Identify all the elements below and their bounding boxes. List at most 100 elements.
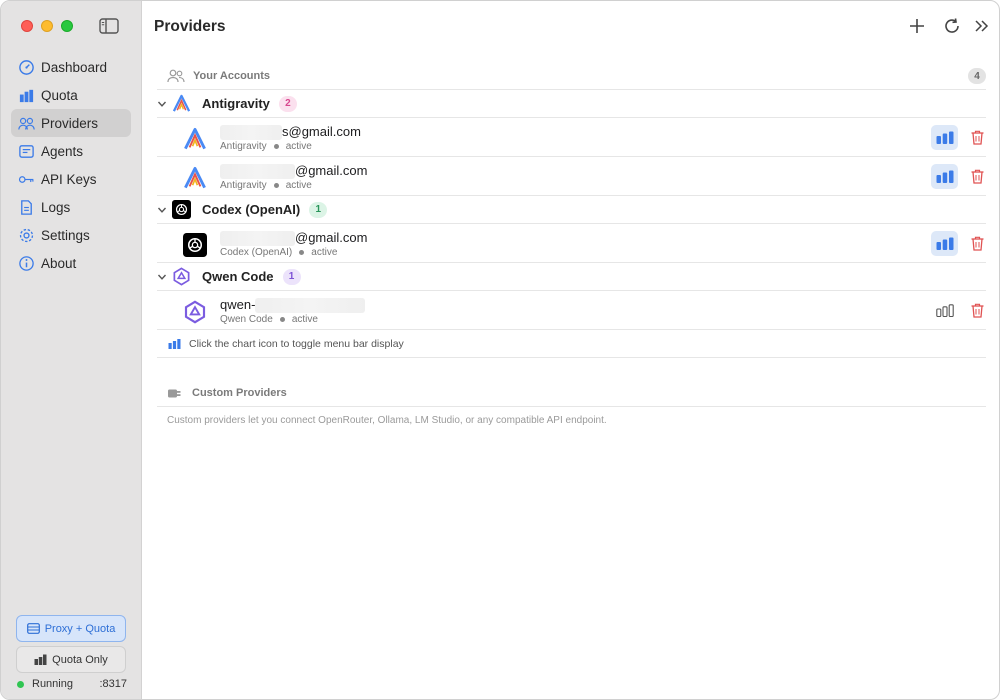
hint-text: Click the chart icon to toggle menu bar … (189, 337, 404, 350)
separator-dot (279, 317, 285, 322)
account-row: @gmail.com Antigravity active (157, 157, 986, 196)
account-meta: Codex (OpenAI) active (220, 247, 337, 258)
accounts-icon (167, 69, 185, 83)
dashboard-icon (19, 59, 34, 75)
sidebar-item-dashboard[interactable]: Dashboard (11, 53, 131, 81)
your-accounts-header: Your Accounts 4 (157, 63, 986, 90)
separator-dot (273, 183, 279, 188)
logs-icon (21, 199, 32, 215)
qwen-logo-icon (173, 267, 190, 286)
trash-icon[interactable] (971, 303, 984, 318)
page-title: Providers (154, 18, 226, 35)
proxy-quota-mode-button[interactable]: Proxy + Quota (16, 615, 126, 642)
account-email: @gmail.com (220, 163, 367, 180)
info-icon (19, 255, 34, 271)
quota-chart-icon (19, 89, 34, 102)
chevron-down-icon[interactable] (157, 99, 167, 109)
key-icon (18, 175, 34, 183)
account-provider: Qwen Code (220, 314, 273, 325)
accounts-count-badge: 4 (968, 68, 986, 84)
app-window: Dashboard Quota Providers Agents API Key… (0, 0, 1000, 700)
bar-chart-outline-icon (935, 304, 954, 317)
custom-providers-header: Custom Providers (157, 380, 986, 407)
window-controls (21, 20, 73, 32)
antigravity-logo-icon (184, 166, 206, 189)
account-status: active (285, 141, 312, 152)
bar-chart-icon (936, 170, 953, 183)
close-window-button[interactable] (21, 20, 33, 32)
main-content: Providers Your Accounts 4 Antigravity 2 … (142, 1, 999, 699)
account-email: s@gmail.com (220, 124, 361, 141)
server-icon (26, 623, 40, 634)
sidebar-item-api-keys[interactable]: API Keys (11, 165, 131, 193)
account-provider: Antigravity (220, 141, 267, 152)
sidebar-item-about[interactable]: About (11, 249, 131, 277)
zoom-window-button[interactable] (61, 20, 73, 32)
chevron-down-icon[interactable] (157, 272, 167, 282)
group-codex[interactable]: Codex (OpenAI) 1 (157, 196, 986, 224)
section-label: Custom Providers (192, 387, 287, 399)
sidebar: Dashboard Quota Providers Agents API Key… (1, 1, 142, 699)
sidebar-item-label: Settings (41, 227, 90, 243)
status-port: :8317 (99, 678, 127, 690)
trash-icon[interactable] (971, 169, 984, 184)
minimize-window-button[interactable] (41, 20, 53, 32)
account-status: active (311, 247, 338, 258)
group-name: Antigravity (202, 96, 270, 111)
group-count-badge: 2 (278, 95, 297, 112)
sidebar-item-agents[interactable]: Agents (11, 137, 131, 165)
separator-dot (273, 144, 279, 149)
group-antigravity[interactable]: Antigravity 2 (157, 90, 986, 118)
sidebar-item-label: Dashboard (41, 59, 108, 75)
providers-icon (18, 117, 35, 130)
account-meta: Antigravity active (220, 180, 312, 191)
sidebar-item-quota[interactable]: Quota (11, 81, 131, 109)
menu-bar-toggle-button[interactable] (931, 231, 958, 256)
account-row: @gmail.com Codex (OpenAI) active (157, 224, 986, 263)
refresh-icon[interactable] (942, 16, 962, 36)
trash-icon[interactable] (971, 130, 984, 145)
quota-only-mode-button[interactable]: Quota Only (16, 646, 126, 673)
account-email: qwen- (220, 297, 366, 314)
server-status: Running :8317 (17, 678, 127, 690)
proxy-quota-label: Proxy + Quota (44, 622, 116, 635)
sidebar-item-label: Agents (41, 143, 84, 159)
openai-logo-icon (172, 200, 191, 219)
account-provider: Antigravity (220, 180, 267, 191)
chevron-down-icon[interactable] (157, 205, 167, 215)
redacted-text (255, 298, 366, 314)
redacted-text (220, 125, 282, 141)
menu-bar-toggle-button[interactable] (931, 125, 958, 150)
menu-bar-hint: Click the chart icon to toggle menu bar … (157, 330, 986, 358)
status-indicator-icon (17, 680, 24, 688)
account-row: s@gmail.com Antigravity active (157, 118, 986, 157)
account-meta: Antigravity active (220, 141, 312, 152)
quota-chart-icon (34, 654, 47, 665)
menu-bar-toggle-button[interactable] (931, 164, 958, 189)
account-meta: Qwen Code active (220, 314, 318, 325)
sidebar-item-label: Logs (41, 199, 71, 215)
account-status: active (285, 180, 312, 191)
account-email: @gmail.com (220, 230, 367, 247)
menu-bar-toggle-button[interactable] (931, 298, 958, 323)
custom-providers-description: Custom providers let you connect OpenRou… (167, 415, 607, 426)
antigravity-logo-icon (184, 127, 206, 150)
add-icon[interactable] (907, 16, 927, 36)
sidebar-toggle-icon[interactable] (99, 18, 119, 34)
sidebar-item-logs[interactable]: Logs (11, 193, 131, 221)
bar-chart-icon (936, 131, 953, 144)
sidebar-item-label: Providers (41, 115, 99, 131)
bar-chart-icon (168, 338, 181, 349)
sidebar-item-label: API Keys (41, 171, 97, 187)
agents-icon (19, 144, 34, 158)
chevron-double-right-icon[interactable] (972, 16, 992, 36)
group-qwen[interactable]: Qwen Code 1 (157, 263, 986, 291)
sidebar-item-providers[interactable]: Providers (11, 109, 131, 137)
accounts-list: Your Accounts 4 Antigravity 2 s@gmail.co… (157, 63, 986, 426)
bar-chart-icon (936, 237, 953, 250)
sidebar-item-settings[interactable]: Settings (11, 221, 131, 249)
redacted-text (220, 164, 295, 180)
group-count-badge: 1 (309, 201, 328, 218)
openai-logo-icon (183, 233, 207, 257)
trash-icon[interactable] (971, 236, 984, 251)
